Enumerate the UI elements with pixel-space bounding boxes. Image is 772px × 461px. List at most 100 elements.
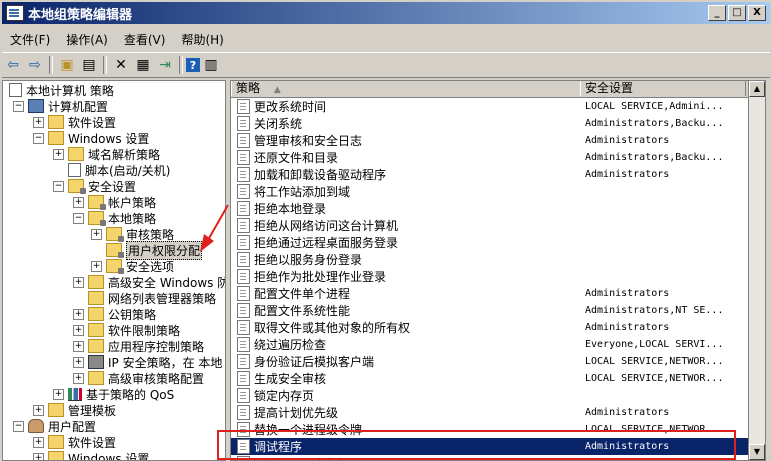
policy-icon: [237, 150, 250, 165]
expand-icon[interactable]: +: [91, 261, 102, 272]
table-row[interactable]: 提高计划优先级Administrators: [231, 404, 765, 421]
tree-node-user-software[interactable]: + 软件设置: [33, 434, 116, 450]
table-row[interactable]: 配置文件单个进程Administrators: [231, 285, 765, 302]
expand-icon[interactable]: +: [73, 341, 84, 352]
minimize-button[interactable]: _: [708, 5, 726, 21]
show-hide-tree-icon[interactable]: ▤: [78, 55, 100, 75]
tree-node-security-options[interactable]: + 安全选项: [91, 258, 174, 274]
policy-icon: [237, 116, 250, 131]
outer-scrollbar[interactable]: [766, 80, 772, 459]
expand-icon[interactable]: +: [73, 357, 84, 368]
table-row[interactable]: 拒绝本地登录: [231, 200, 765, 217]
expand-icon[interactable]: +: [73, 373, 84, 384]
tree-node-advanced-audit[interactable]: + 高级审核策略配置: [73, 370, 204, 386]
expand-icon[interactable]: +: [91, 229, 102, 240]
tree-node-user-rights[interactable]: 用户权限分配: [91, 242, 202, 258]
expand-icon[interactable]: +: [33, 453, 44, 461]
tree-node-account-policy[interactable]: + 帐户策略: [73, 194, 156, 210]
policy-cell: 拒绝从网络访问这台计算机: [237, 217, 398, 234]
table-row[interactable]: 将工作站添加到域: [231, 183, 765, 200]
tree-node-qos[interactable]: + 基于策略的 QoS: [53, 386, 174, 402]
setting-cell: Administrators: [585, 288, 669, 299]
policy-folder-icon: [106, 259, 122, 273]
expand-icon[interactable]: +: [73, 325, 84, 336]
policy-icon: [237, 320, 250, 335]
maximize-button[interactable]: □: [728, 5, 746, 21]
table-row[interactable]: 管理审核和安全日志Administrators: [231, 132, 765, 149]
expand-icon[interactable]: +: [73, 309, 84, 320]
table-row[interactable]: 关闭系统Administrators,Backu...: [231, 115, 765, 132]
table-row[interactable]: 加载和卸载设备驱动程序Administrators: [231, 166, 765, 183]
policy-name: 生成安全审核: [254, 370, 326, 387]
forward-arrow-icon[interactable]: ⇨: [24, 55, 46, 75]
scroll-up-icon[interactable]: ▲: [749, 81, 765, 97]
column-header-policy[interactable]: 策略 ▲: [231, 81, 581, 96]
menu-action[interactable]: 操作(A): [58, 31, 116, 48]
close-button[interactable]: X: [748, 5, 766, 21]
tree-node-user-config[interactable]: − 用户配置: [13, 418, 96, 434]
table-row[interactable]: 绕过遍历检查Everyone,LOCAL SERVI...: [231, 336, 765, 353]
vertical-scrollbar[interactable]: ▲ ▼: [748, 81, 765, 460]
expand-icon[interactable]: +: [33, 117, 44, 128]
menu-file[interactable]: 文件(F): [2, 31, 58, 48]
help-icon[interactable]: ?: [186, 58, 200, 72]
tree-node-software-restriction[interactable]: + 软件限制策略: [73, 322, 180, 338]
tree-node-dns-policy[interactable]: + 域名解析策略: [53, 146, 160, 162]
tree-node-admin-templates[interactable]: + 管理模板: [33, 402, 116, 418]
scroll-down-icon[interactable]: ▼: [749, 444, 765, 460]
tree-node-firewall[interactable]: + 高级安全 Windows 防: [73, 274, 226, 290]
tree-node-computer-config[interactable]: − 计算机配置: [13, 98, 108, 114]
policy-icon: [237, 184, 250, 199]
delete-icon[interactable]: ✕: [110, 55, 132, 75]
expand-icon[interactable]: +: [33, 437, 44, 448]
properties-icon[interactable]: ▦: [132, 55, 154, 75]
column-header-setting[interactable]: 安全设置: [580, 81, 746, 96]
tree-node-local-policy[interactable]: − 本地策略: [73, 210, 156, 226]
tree-node-ip-security[interactable]: + IP 安全策略，在 本地: [73, 354, 222, 370]
tree-node-public-key[interactable]: + 公钥策略: [73, 306, 156, 322]
collapse-icon[interactable]: −: [53, 181, 64, 192]
expand-icon[interactable]: +: [73, 197, 84, 208]
up-folder-icon[interactable]: ▣: [56, 55, 78, 75]
menu-view[interactable]: 查看(V): [116, 31, 174, 48]
table-row[interactable]: 生成安全审核LOCAL SERVICE,NETWOR...: [231, 370, 765, 387]
export-list-icon[interactable]: ⇥: [154, 55, 176, 75]
table-row[interactable]: 拒绝从网络访问这台计算机: [231, 217, 765, 234]
table-row[interactable]: 锁定内存页: [231, 387, 765, 404]
table-row[interactable]: 取得文件或其他对象的所有权Administrators: [231, 319, 765, 336]
collapse-icon[interactable]: −: [13, 421, 24, 432]
title-bar: 本地组策略编辑器 _ □ X: [2, 2, 770, 24]
table-row[interactable]: 配置文件系统性能Administrators,NT SE...: [231, 302, 765, 319]
ip-security-icon: [88, 355, 104, 369]
collapse-icon[interactable]: −: [73, 213, 84, 224]
tree-node-software-settings[interactable]: + 软件设置: [33, 114, 116, 130]
tree-node-network-list[interactable]: 网络列表管理器策略: [73, 290, 216, 306]
pane-splitter[interactable]: [226, 80, 228, 459]
window-title: 本地组策略编辑器: [28, 4, 132, 23]
table-row[interactable]: 更改系统时间LOCAL SERVICE,Admini...: [231, 98, 765, 115]
expand-icon[interactable]: +: [53, 149, 64, 160]
toolbar-divider: [179, 56, 183, 74]
expand-icon[interactable]: +: [73, 277, 84, 288]
policy-icon: [237, 218, 250, 233]
menu-help[interactable]: 帮助(H): [173, 31, 231, 48]
back-arrow-icon[interactable]: ⇦: [2, 55, 24, 75]
table-row[interactable]: 拒绝以服务身份登录: [231, 251, 765, 268]
expand-icon[interactable]: +: [33, 405, 44, 416]
tree-node-root[interactable]: 本地计算机 策略: [9, 82, 114, 98]
collapse-icon[interactable]: −: [13, 101, 24, 112]
expand-icon[interactable]: +: [53, 389, 64, 400]
tree-node-scripts[interactable]: 脚本(启动/关机): [53, 162, 170, 178]
collapse-icon[interactable]: −: [33, 133, 44, 144]
view-icon[interactable]: ▥: [200, 55, 222, 75]
tree-node-security-settings[interactable]: − 安全设置: [53, 178, 136, 194]
table-row[interactable]: 拒绝作为批处理作业登录: [231, 268, 765, 285]
tree-node-app-control[interactable]: + 应用程序控制策略: [73, 338, 204, 354]
tree-label: Windows 设置: [68, 130, 149, 147]
folder-icon: [68, 147, 84, 161]
tree-node-user-windows[interactable]: + Windows 设置: [33, 450, 149, 461]
table-row[interactable]: 身份验证后模拟客户端LOCAL SERVICE,NETWOR...: [231, 353, 765, 370]
table-row[interactable]: 拒绝通过远程桌面服务登录: [231, 234, 765, 251]
tree-node-windows-settings[interactable]: − Windows 设置: [33, 130, 149, 146]
table-row[interactable]: 还原文件和目录Administrators,Backu...: [231, 149, 765, 166]
